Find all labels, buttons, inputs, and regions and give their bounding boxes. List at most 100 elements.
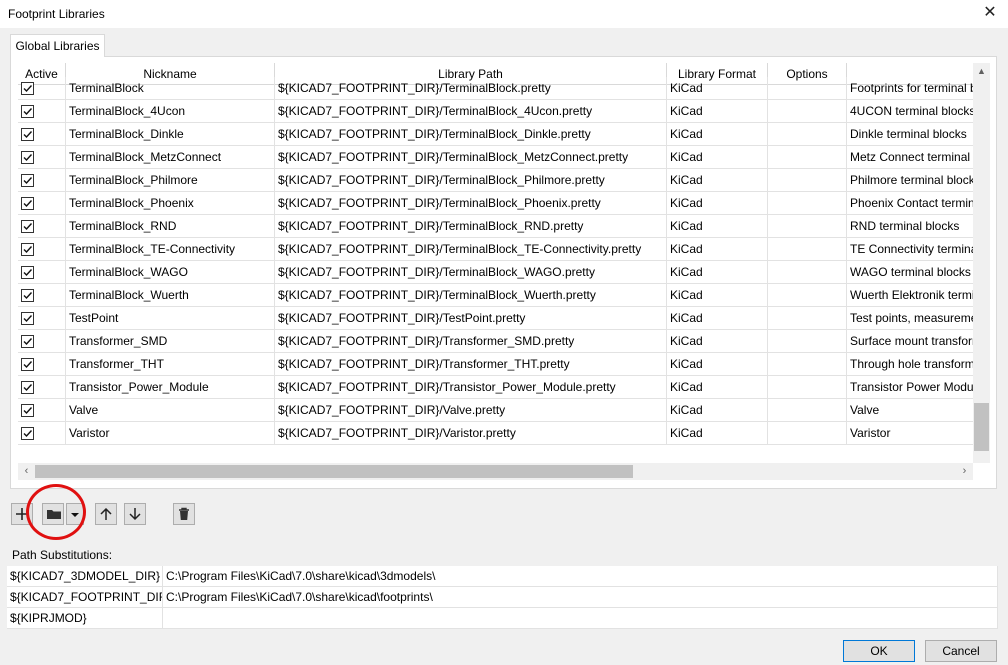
active-checkbox[interactable] (21, 266, 34, 279)
active-checkbox-cell[interactable] (18, 123, 66, 146)
format-cell[interactable]: KiCad (667, 146, 768, 169)
active-checkbox[interactable] (21, 312, 34, 325)
horizontal-scroll-thumb[interactable] (35, 465, 633, 478)
active-checkbox[interactable] (21, 381, 34, 394)
description-cell[interactable]: WAGO terminal blocks (847, 261, 973, 284)
nickname-cell[interactable]: Transformer_THT (66, 353, 275, 376)
table-row[interactable]: TerminalBlock_Dinkle ${KICAD7_FOOTPRINT_D… (18, 123, 973, 146)
options-cell[interactable] (768, 330, 847, 353)
format-cell[interactable]: KiCad (667, 169, 768, 192)
tab-global-libraries[interactable]: Global Libraries (10, 34, 105, 57)
path-substitution-row[interactable]: ${KIPRJMOD} (7, 608, 998, 629)
format-cell[interactable]: KiCad (667, 353, 768, 376)
table-row[interactable]: TerminalBlock_WAGO ${KICAD7_FOOTPRINT_DIR… (18, 261, 973, 284)
nickname-cell[interactable]: TerminalBlock (66, 77, 275, 100)
active-checkbox[interactable] (21, 243, 34, 256)
scroll-up-icon[interactable]: ▲ (973, 63, 990, 80)
format-cell[interactable]: KiCad (667, 376, 768, 399)
nickname-cell[interactable]: Transistor_Power_Module (66, 376, 275, 399)
cancel-button[interactable]: Cancel (925, 640, 997, 662)
active-checkbox-cell[interactable] (18, 399, 66, 422)
description-cell[interactable]: RND terminal blocks (847, 215, 973, 238)
path-cell[interactable]: ${KICAD7_FOOTPRINT_DIR}/Transformer_THT.… (275, 353, 667, 376)
table-row[interactable]: TestPoint ${KICAD7_FOOTPRINT_DIR}/TestPoi… (18, 307, 973, 330)
browse-type-dropdown[interactable] (66, 503, 84, 525)
active-checkbox-cell[interactable] (18, 100, 66, 123)
table-row[interactable]: Transformer_THT ${KICAD7_FOOTPRINT_DIR}/T… (18, 353, 973, 376)
format-cell[interactable]: KiCad (667, 77, 768, 100)
path-cell[interactable]: ${KICAD7_FOOTPRINT_DIR}/TerminalBlock_4U… (275, 100, 667, 123)
format-cell[interactable]: KiCad (667, 399, 768, 422)
path-cell[interactable]: ${KICAD7_FOOTPRINT_DIR}/TerminalBlock_RN… (275, 215, 667, 238)
nickname-cell[interactable]: TerminalBlock_RND (66, 215, 275, 238)
description-cell[interactable]: Surface mount transformers (847, 330, 973, 353)
description-cell[interactable]: Test points, measurement points (847, 307, 973, 330)
path-variable-value[interactable]: C:\Program Files\KiCad\7.0\share\kicad\f… (163, 587, 998, 608)
nickname-cell[interactable]: TerminalBlock_WAGO (66, 261, 275, 284)
description-cell[interactable]: Wuerth Elektronik terminal blocks (847, 284, 973, 307)
table-row[interactable]: TerminalBlock_Phoenix ${KICAD7_FOOTPRINT_… (18, 192, 973, 215)
options-cell[interactable] (768, 215, 847, 238)
format-cell[interactable]: KiCad (667, 192, 768, 215)
path-variable-name[interactable]: ${KICAD7_3DMODEL_DIR} (7, 566, 163, 587)
scroll-left-icon[interactable]: ‹ (18, 463, 35, 480)
format-cell[interactable]: KiCad (667, 123, 768, 146)
path-cell[interactable]: ${KICAD7_FOOTPRINT_DIR}/TerminalBlock_Ph… (275, 192, 667, 215)
active-checkbox-cell[interactable] (18, 169, 66, 192)
description-cell[interactable]: 4UCON terminal blocks (847, 100, 973, 123)
nickname-cell[interactable]: TerminalBlock_TE-Connectivity (66, 238, 275, 261)
options-cell[interactable] (768, 307, 847, 330)
table-row[interactable]: Varistor ${KICAD7_FOOTPRINT_DIR}/Varistor… (18, 422, 973, 445)
path-cell[interactable]: ${KICAD7_FOOTPRINT_DIR}/TerminalBlock.pr… (275, 77, 667, 100)
nickname-cell[interactable]: TerminalBlock_Phoenix (66, 192, 275, 215)
active-checkbox[interactable] (21, 197, 34, 210)
active-checkbox[interactable] (21, 404, 34, 417)
nickname-cell[interactable]: TerminalBlock_Philmore (66, 169, 275, 192)
description-cell[interactable]: Phoenix Contact terminal blocks (847, 192, 973, 215)
options-cell[interactable] (768, 399, 847, 422)
active-checkbox-cell[interactable] (18, 261, 66, 284)
format-cell[interactable]: KiCad (667, 100, 768, 123)
active-checkbox-cell[interactable] (18, 238, 66, 261)
description-cell[interactable]: Dinkle terminal blocks (847, 123, 973, 146)
nickname-cell[interactable]: Varistor (66, 422, 275, 445)
active-checkbox[interactable] (21, 105, 34, 118)
vertical-scroll-thumb[interactable] (974, 403, 989, 451)
active-checkbox[interactable] (21, 289, 34, 302)
options-cell[interactable] (768, 146, 847, 169)
options-cell[interactable] (768, 77, 847, 100)
format-cell[interactable]: KiCad (667, 261, 768, 284)
active-checkbox[interactable] (21, 358, 34, 371)
nickname-cell[interactable]: Valve (66, 399, 275, 422)
description-cell[interactable]: Through hole transformers (847, 353, 973, 376)
path-cell[interactable]: ${KICAD7_FOOTPRINT_DIR}/Transformer_SMD.… (275, 330, 667, 353)
path-variable-name[interactable]: ${KICAD7_FOOTPRINT_DIR} (7, 587, 163, 608)
path-cell[interactable]: ${KICAD7_FOOTPRINT_DIR}/Varistor.pretty (275, 422, 667, 445)
add-library-button[interactable] (11, 503, 33, 525)
path-cell[interactable]: ${KICAD7_FOOTPRINT_DIR}/Transistor_Power… (275, 376, 667, 399)
options-cell[interactable] (768, 422, 847, 445)
path-variable-value[interactable] (163, 608, 998, 629)
active-checkbox-cell[interactable] (18, 422, 66, 445)
path-cell[interactable]: ${KICAD7_FOOTPRINT_DIR}/TestPoint.pretty (275, 307, 667, 330)
table-row[interactable]: TerminalBlock_RND ${KICAD7_FOOTPRINT_DIR}… (18, 215, 973, 238)
path-variable-name[interactable]: ${KIPRJMOD} (7, 608, 163, 629)
table-row[interactable]: Transformer_SMD ${KICAD7_FOOTPRINT_DIR}/T… (18, 330, 973, 353)
active-checkbox[interactable] (21, 335, 34, 348)
table-row[interactable]: Valve ${KICAD7_FOOTPRINT_DIR}/Valve.prett… (18, 399, 973, 422)
active-checkbox-cell[interactable] (18, 284, 66, 307)
nickname-cell[interactable]: TerminalBlock_MetzConnect (66, 146, 275, 169)
nickname-cell[interactable]: TestPoint (66, 307, 275, 330)
close-button[interactable]: ✕ (978, 2, 1002, 24)
path-variable-value[interactable]: C:\Program Files\KiCad\7.0\share\kicad\3… (163, 566, 998, 587)
path-cell[interactable]: ${KICAD7_FOOTPRINT_DIR}/TerminalBlock_Wu… (275, 284, 667, 307)
options-cell[interactable] (768, 192, 847, 215)
nickname-cell[interactable]: TerminalBlock_Dinkle (66, 123, 275, 146)
path-substitution-row[interactable]: ${KICAD7_FOOTPRINT_DIR} C:\Program Files\… (7, 587, 998, 608)
description-cell[interactable]: Valve (847, 399, 973, 422)
description-cell[interactable]: TE Connectivity terminal blocks (847, 238, 973, 261)
description-cell[interactable]: Metz Connect terminal blocks (847, 146, 973, 169)
format-cell[interactable]: KiCad (667, 215, 768, 238)
options-cell[interactable] (768, 169, 847, 192)
active-checkbox[interactable] (21, 128, 34, 141)
